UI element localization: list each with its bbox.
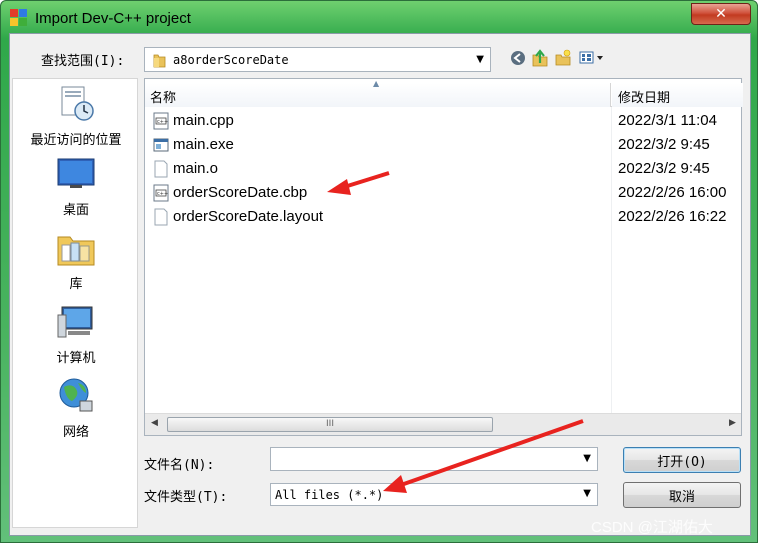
horizontal-scrollbar[interactable]: ◀ III ▶	[145, 413, 741, 435]
filetype-value: All files (*.*)	[275, 488, 384, 502]
dialog-body: 查找范围(I): a8orderScoreDate ▼ 最近访问的位置 桌面 库…	[9, 33, 751, 536]
place-label: 桌面	[62, 203, 89, 218]
filetype-select[interactable]: All files (*.*) ▼	[270, 483, 598, 506]
filename-input[interactable]: ▼	[270, 447, 598, 471]
file-name: orderScoreDate.cbp	[173, 184, 308, 201]
desktop-icon	[57, 158, 95, 188]
place-libraries[interactable]: 库	[13, 229, 139, 292]
place-label: 计算机	[56, 351, 96, 366]
cbp-file-icon: c++	[153, 184, 169, 202]
list-header: ▲ 名称 修改日期	[145, 79, 743, 107]
chevron-down-icon[interactable]: ▼	[583, 488, 591, 499]
libraries-icon	[57, 236, 95, 266]
lookin-value: a8orderScoreDate	[173, 53, 289, 67]
column-header-date[interactable]: 修改日期	[612, 83, 743, 107]
file-name: main.o	[173, 160, 219, 177]
chevron-down-icon[interactable]: ▼	[476, 54, 484, 65]
file-row-orderscoredate-layout[interactable]: orderScoreDate.layout 2022/2/26 16:22	[145, 205, 743, 229]
watermark: CSDN @江湖佑大	[591, 519, 713, 536]
up-folder-icon	[532, 49, 548, 67]
lookin-label: 查找范围(I):	[41, 54, 125, 69]
recent-places-icon	[61, 86, 94, 121]
place-label: 最近访问的位置	[30, 133, 122, 148]
sort-ascending-icon: ▲	[373, 79, 380, 88]
close-button[interactable]: ✕	[691, 3, 751, 25]
file-row-main-cpp[interactable]: c++ main.cpp 2022/3/1 11:04	[145, 109, 743, 133]
network-icon	[59, 378, 93, 412]
place-label: 库	[69, 277, 83, 292]
chevron-down-icon[interactable]: ▼	[583, 453, 591, 464]
cpp-file-icon: c++	[153, 112, 169, 130]
place-network[interactable]: 网络	[13, 375, 139, 440]
new-folder-button[interactable]	[553, 48, 573, 68]
file-name: main.exe	[173, 136, 234, 153]
new-folder-icon	[555, 49, 571, 66]
lookin-combobox[interactable]: a8orderScoreDate ▼	[144, 47, 491, 72]
file-date: 2022/2/26 16:00	[618, 184, 727, 201]
column-header-label: 修改日期	[618, 91, 671, 106]
cancel-button[interactable]: 取消	[623, 482, 741, 508]
import-dialog-window: Import Dev-C++ project ✕ 查找范围(I): a8orde…	[0, 0, 758, 543]
file-date: 2022/2/26 16:22	[618, 208, 727, 225]
column-header-name[interactable]: ▲ 名称	[145, 79, 611, 107]
svg-text:c++: c++	[157, 191, 168, 197]
up-folder-button[interactable]	[530, 48, 550, 68]
place-recent[interactable]: 最近访问的位置	[13, 83, 139, 148]
open-button-label: 打开(O)	[657, 454, 707, 470]
svg-text:c++: c++	[157, 119, 168, 125]
blank-file-icon	[154, 160, 168, 178]
place-computer[interactable]: 计算机	[13, 303, 139, 366]
exe-file-icon	[153, 138, 169, 152]
scroll-right-icon[interactable]: ▶	[729, 418, 736, 428]
back-button[interactable]	[508, 48, 528, 68]
place-label: 网络	[62, 425, 89, 440]
places-bar: 最近访问的位置 桌面 库 计算机 网络	[12, 78, 138, 528]
file-name: main.cpp	[173, 112, 234, 129]
file-date: 2022/3/2 9:45	[618, 160, 710, 177]
view-menu-icon	[579, 51, 603, 64]
computer-icon	[57, 306, 93, 338]
file-date: 2022/3/1 11:04	[618, 112, 717, 129]
file-row-main-o[interactable]: main.o 2022/3/2 9:45	[145, 157, 743, 181]
back-arrow-icon	[511, 51, 525, 65]
cancel-button-label: 取消	[668, 489, 695, 505]
file-row-main-exe[interactable]: main.exe 2022/3/2 9:45	[145, 133, 743, 157]
title-bar[interactable]: Import Dev-C++ project ✕	[1, 1, 757, 35]
column-header-label: 名称	[150, 91, 177, 106]
file-name: orderScoreDate.layout	[173, 208, 324, 225]
blank-file-icon	[154, 208, 168, 226]
close-icon: ✕	[715, 6, 727, 22]
place-desktop[interactable]: 桌面	[13, 157, 139, 218]
folder-icon	[153, 54, 166, 68]
window-title: Import Dev-C++ project	[35, 10, 191, 27]
filetype-label: 文件类型(T):	[144, 490, 228, 505]
filename-label: 文件名(N):	[144, 458, 215, 473]
file-date: 2022/3/2 9:45	[618, 136, 710, 153]
file-row-orderscoredate-cbp[interactable]: c++ orderScoreDate.cbp 2022/2/26 16:00	[145, 181, 743, 205]
scroll-left-icon[interactable]: ◀	[151, 418, 158, 428]
grip-icon: III	[326, 419, 334, 429]
view-menu-button[interactable]	[578, 48, 608, 68]
devcpp-app-icon	[10, 9, 27, 26]
file-list-view[interactable]: ▲ 名称 修改日期 c++ main.cpp 2022/3/1 11:04 ma…	[144, 78, 743, 436]
scroll-thumb[interactable]: III	[167, 417, 493, 432]
open-button[interactable]: 打开(O)	[623, 447, 741, 473]
